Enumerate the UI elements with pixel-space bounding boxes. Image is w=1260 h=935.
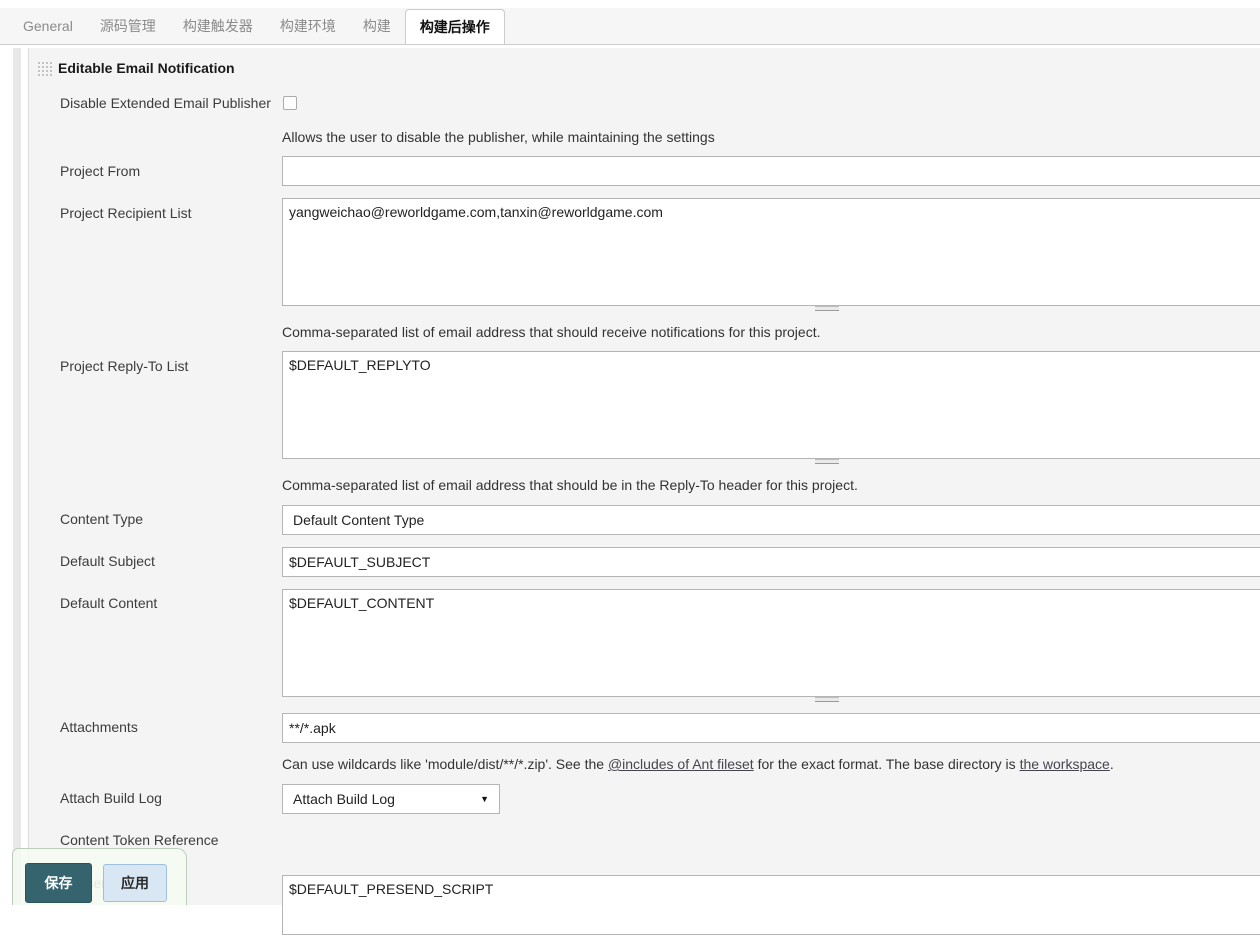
textarea-resize-grip[interactable] [815,306,839,311]
grid-dots-icon[interactable] [37,61,52,78]
project-reply-to-list-help: Comma-separated list of email address th… [282,477,858,493]
default-subject-input[interactable] [282,547,1260,577]
project-reply-to-list-label: Project Reply-To List [60,358,189,374]
tab-general[interactable]: General [22,8,74,44]
textarea-resize-grip[interactable] [815,697,839,702]
attachments-help-text: . [1109,756,1114,772]
attachments-help-text: Can use wildcards like 'module/dist/**/*… [282,756,608,772]
attachments-help-text: for the exact format. The base directory… [753,756,1020,772]
attachments-label: Attachments [60,719,138,735]
attachments-help: Can use wildcards like 'module/dist/**/*… [282,756,1114,772]
section-title: Editable Email Notification [58,60,235,76]
pre-send-script-textarea[interactable]: $DEFAULT_PRESEND_SCRIPT [282,875,1260,935]
disable-publisher-help: Allows the user to disable the publisher… [282,129,715,145]
default-content-textarea[interactable]: $DEFAULT_CONTENT [282,589,1260,697]
tab-post-build-actions[interactable]: 构建后操作 [404,9,505,44]
textarea-resize-grip[interactable] [815,459,839,464]
content-type-select[interactable]: Default Content Type [282,505,1260,535]
default-subject-label: Default Subject [60,553,155,569]
attach-build-log-select[interactable]: Attach Build Log ▼ [282,784,500,814]
chevron-down-icon: ▼ [480,794,489,804]
tab-build-environment[interactable]: 构建环境 [279,8,337,44]
project-recipient-list-textarea[interactable]: yangweichao@reworldgame.com,tanxin@rewor… [282,198,1260,306]
ant-fileset-link[interactable]: @includes of Ant fileset [608,756,754,772]
workspace-link[interactable]: the workspace [1020,756,1110,772]
disable-publisher-label: Disable Extended Email Publisher [60,95,271,111]
left-rail [13,48,21,905]
attachments-input[interactable] [282,713,1260,743]
default-content-label: Default Content [60,595,158,611]
config-tab-bar: General 源码管理 构建触发器 构建环境 构建 构建后操作 [0,8,1260,45]
content-type-label: Content Type [60,511,144,527]
project-from-label: Project From [60,163,141,179]
save-button[interactable]: 保存 [25,863,92,903]
project-from-input[interactable] [282,156,1260,186]
project-recipient-list-label: Project Recipient List [60,205,192,221]
content-type-selected-value: Default Content Type [293,512,425,528]
tab-build-triggers[interactable]: 构建触发器 [182,8,254,44]
tab-build[interactable]: 构建 [362,8,392,44]
apply-button[interactable]: 应用 [103,864,167,902]
tab-source-code-management[interactable]: 源码管理 [99,8,157,44]
disable-publisher-checkbox[interactable] [283,96,297,110]
attach-build-log-label: Attach Build Log [60,790,162,806]
content-token-reference-label: Content Token Reference [60,832,219,848]
project-recipient-list-help: Comma-separated list of email address th… [282,324,821,340]
attach-build-log-selected-value: Attach Build Log [293,791,395,807]
project-reply-to-list-textarea[interactable]: $DEFAULT_REPLYTO [282,351,1260,459]
